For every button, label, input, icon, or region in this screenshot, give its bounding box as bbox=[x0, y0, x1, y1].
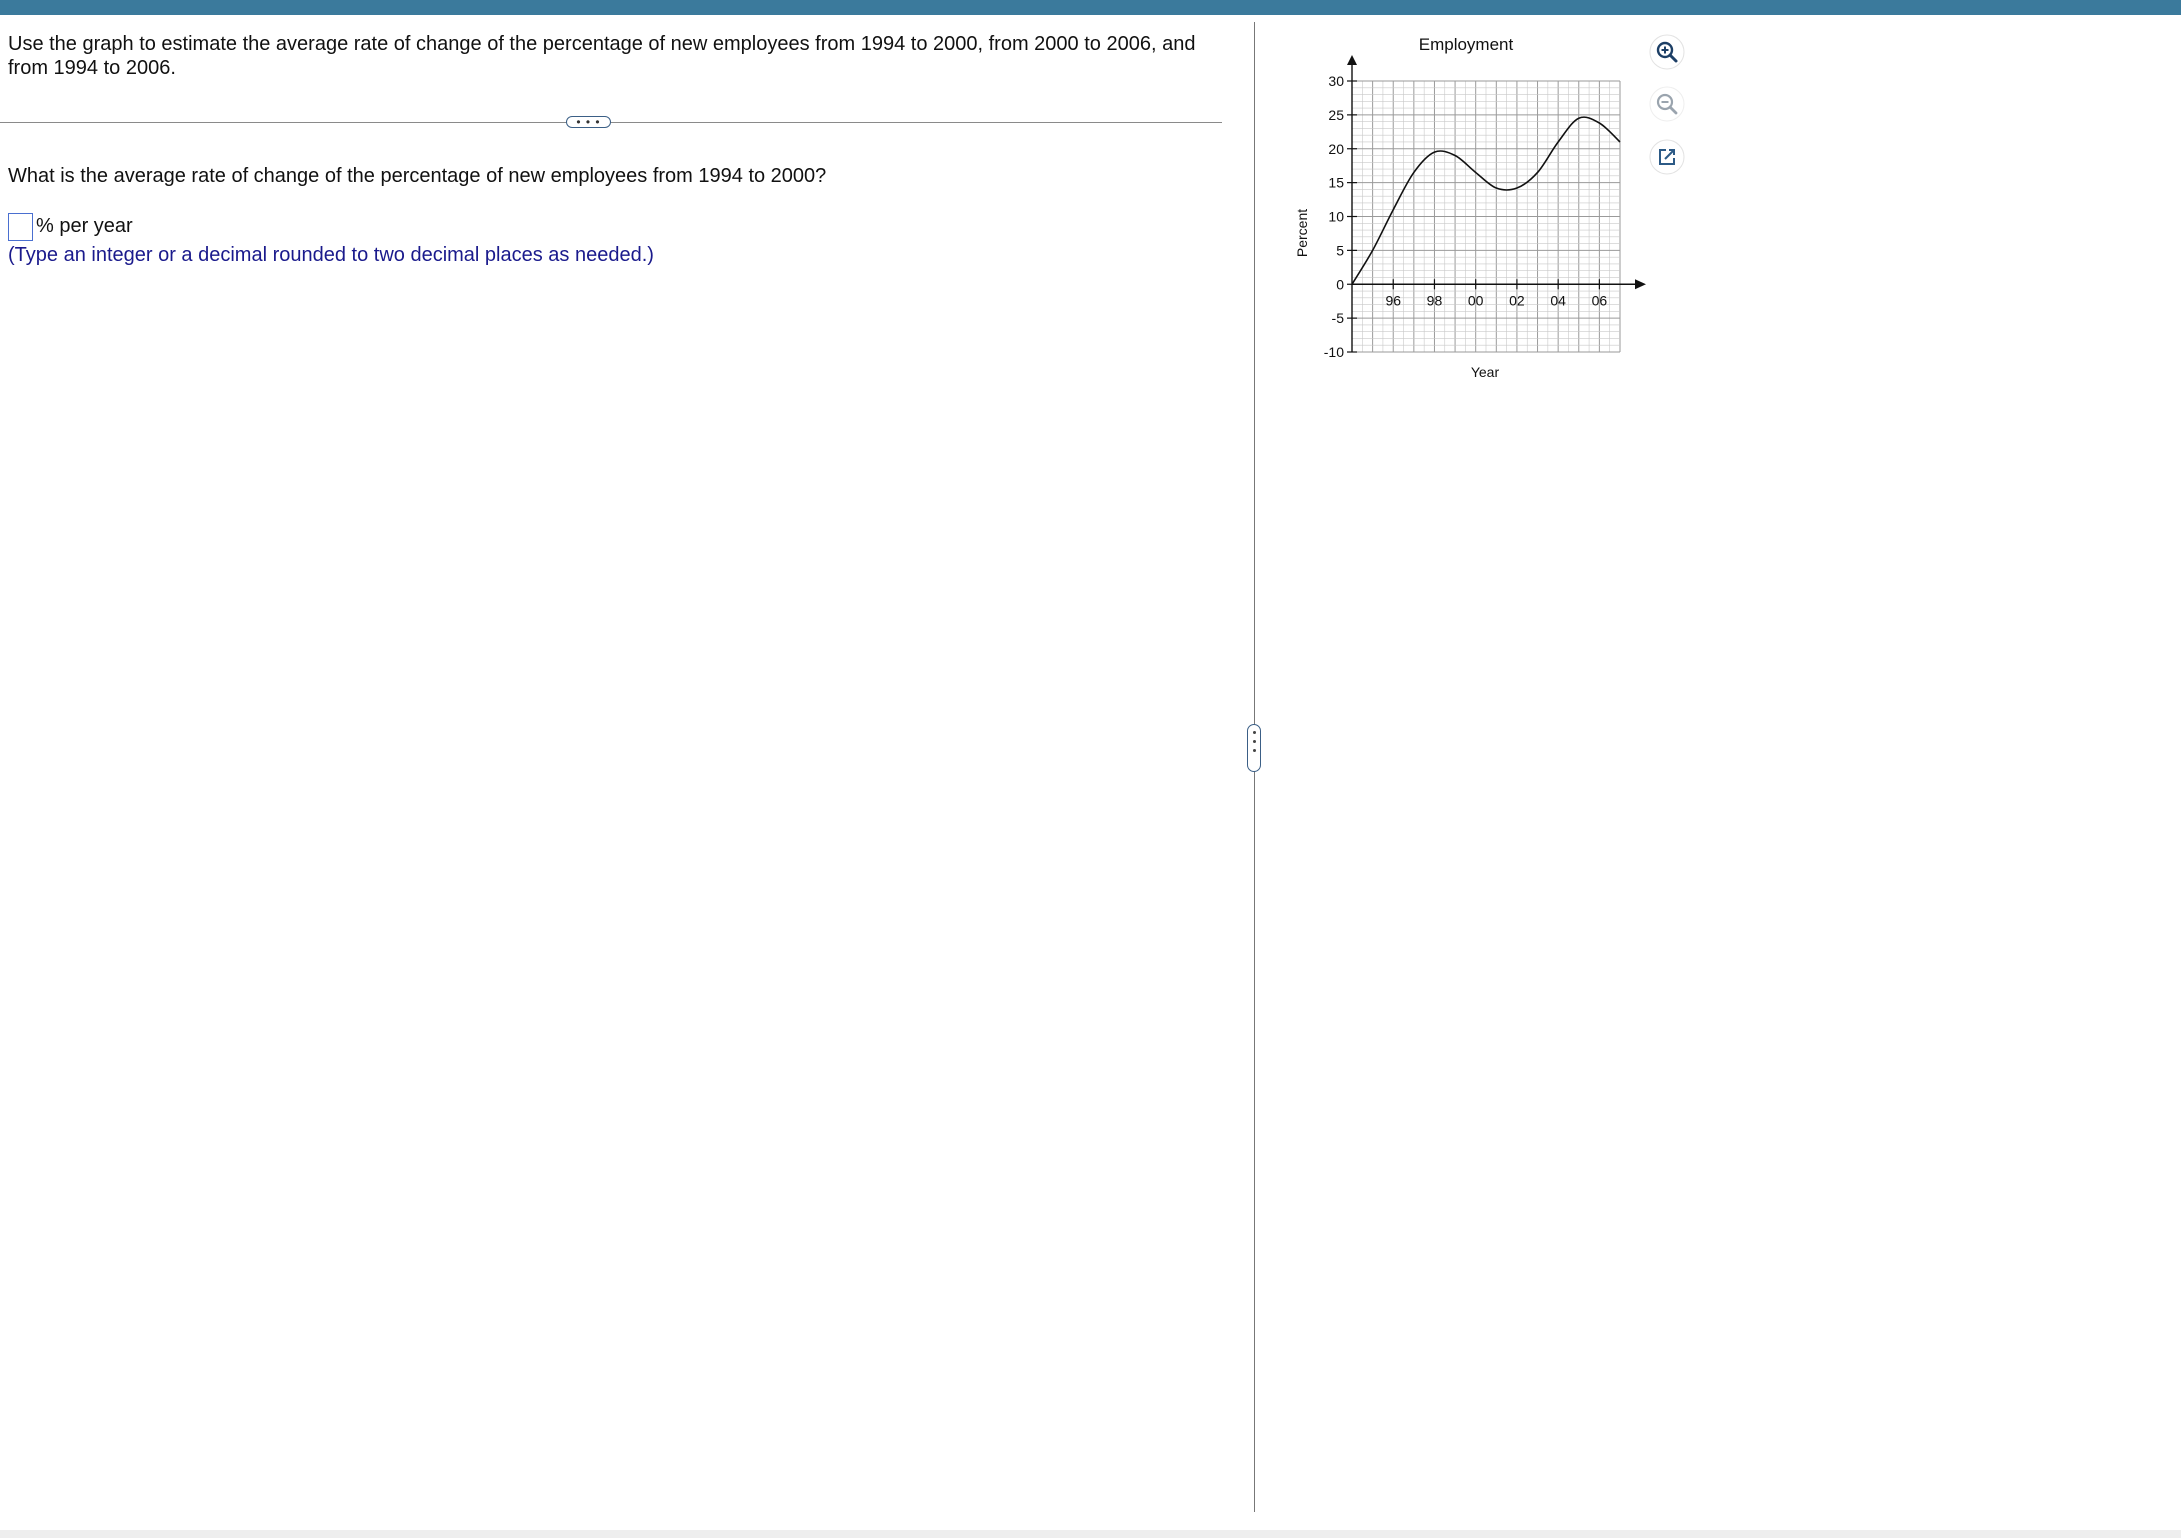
section-divider bbox=[0, 122, 1222, 123]
zoom-in-icon bbox=[1649, 34, 1685, 70]
sub-question: What is the average rate of change of th… bbox=[8, 165, 827, 187]
zoom-out-icon bbox=[1649, 86, 1685, 122]
zoom-in-button[interactable] bbox=[1649, 34, 1685, 70]
y-tick-label: -10 bbox=[1324, 344, 1344, 360]
open-external-icon bbox=[1649, 139, 1685, 175]
handle-dot bbox=[1252, 740, 1256, 743]
y-tick-label: 20 bbox=[1328, 141, 1344, 157]
handle-dot bbox=[1252, 749, 1256, 752]
y-axis-arrow bbox=[1347, 55, 1357, 65]
open-external-button[interactable] bbox=[1649, 139, 1685, 175]
top-bar bbox=[0, 0, 2181, 15]
chart-title: Employment bbox=[1419, 35, 1514, 54]
x-tick-label: 06 bbox=[1592, 292, 1608, 308]
x-tick-label: 96 bbox=[1385, 292, 1401, 308]
y-tick-label: 30 bbox=[1328, 73, 1344, 89]
employment-chart: 30 25 20 15 10 5 0 -5 -10 96 98 00 02 04 06 Employment… bbox=[1280, 20, 1660, 390]
grid bbox=[1351, 80, 1621, 353]
y-tick-label: -5 bbox=[1332, 310, 1345, 326]
answer-row: % per year bbox=[8, 211, 133, 242]
x-tick-label: 00 bbox=[1468, 292, 1484, 308]
y-axis-label: Percent bbox=[1294, 209, 1310, 257]
x-axis-arrow bbox=[1635, 279, 1646, 290]
bottom-bar bbox=[0, 1530, 2181, 1538]
y-tick-label: 10 bbox=[1328, 209, 1344, 225]
y-tick-label: 5 bbox=[1336, 242, 1344, 258]
y-tick-label: 0 bbox=[1336, 276, 1344, 292]
x-tick-label: 04 bbox=[1550, 292, 1566, 308]
handle-dot bbox=[1252, 731, 1256, 734]
zoom-out-button[interactable] bbox=[1649, 86, 1685, 122]
x-tick-label: 02 bbox=[1509, 292, 1525, 308]
chart-svg: 30 25 20 15 10 5 0 -5 -10 96 98 00 02 04 06 Employment… bbox=[1294, 35, 1646, 380]
question-panel: Use the graph to estimate the average ra… bbox=[0, 15, 1240, 1515]
y-tick-label: 15 bbox=[1328, 175, 1344, 191]
expand-button[interactable]: • • • bbox=[566, 116, 611, 128]
answer-input[interactable] bbox=[8, 212, 33, 241]
y-tick-label: 25 bbox=[1328, 107, 1344, 123]
question-intro: Use the graph to estimate the average ra… bbox=[8, 33, 1196, 79]
x-tick-label: 98 bbox=[1427, 292, 1443, 308]
answer-hint: (Type an integer or a decimal rounded to… bbox=[8, 244, 654, 266]
splitter-handle[interactable] bbox=[1247, 724, 1261, 772]
answer-unit-label: % per year bbox=[36, 215, 133, 237]
x-axis-label: Year bbox=[1471, 364, 1500, 380]
